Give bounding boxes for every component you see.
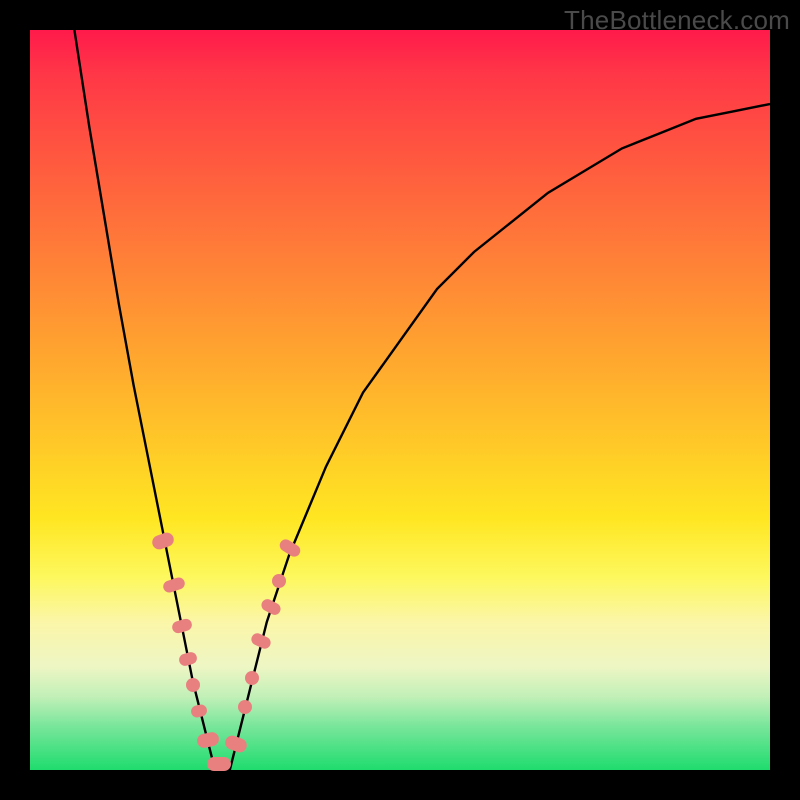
highlight-marker xyxy=(272,574,286,588)
highlight-marker xyxy=(207,757,231,771)
bottleneck-curve xyxy=(30,30,770,770)
plot-area xyxy=(30,30,770,770)
highlight-marker xyxy=(186,678,200,692)
watermark-text: TheBottleneck.com xyxy=(564,5,790,36)
highlight-marker xyxy=(245,671,259,685)
chart-frame: TheBottleneck.com xyxy=(0,0,800,800)
highlight-marker xyxy=(238,700,252,714)
